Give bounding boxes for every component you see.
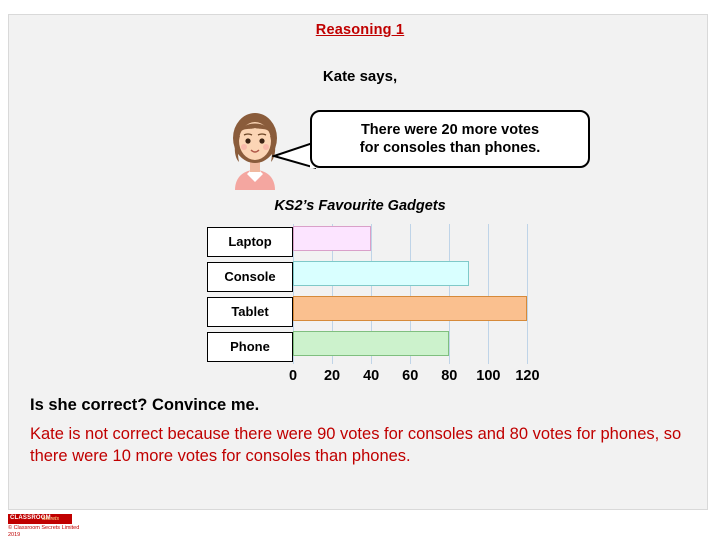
slide: Reasoning 1 Kate says, There were 20 mor… (0, 0, 720, 540)
page-title: Reasoning 1 (315, 22, 405, 38)
chart-bar (293, 331, 450, 356)
chart-bar (293, 261, 469, 286)
speech-bubble-text: There were 20 more votes for consoles th… (354, 121, 546, 157)
speech-line-2: for consoles than phones. (359, 140, 541, 156)
chart-bar (293, 296, 528, 321)
gridline (449, 224, 451, 364)
logo-subtext: Secrets (42, 516, 59, 522)
x-tick-label: 120 (515, 368, 540, 384)
gridline (527, 224, 529, 364)
speech-bubble: There were 20 more votes for consoles th… (310, 110, 590, 168)
x-tick-label: 20 (323, 368, 341, 384)
x-tick-label: 80 (441, 368, 458, 384)
chart-category-label: Tablet (207, 296, 293, 327)
x-tick-label: 60 (402, 368, 419, 384)
copyright-line-1: © Classroom Secrets Limited (8, 525, 80, 531)
question-text: Is she correct? Convince me. (30, 396, 260, 414)
footer: CLASSROOM Secrets © Classroom Secrets Li… (8, 514, 208, 539)
chart-x-axis: 0 20 40 60 80 100 120 (207, 368, 547, 388)
chart-category-label: Laptop (207, 226, 293, 257)
chart-category-label: Phone (207, 331, 293, 362)
bar-chart: Laptop Console Tablet Phone (207, 224, 547, 366)
x-tick-label: 0 (288, 368, 298, 384)
kate-says-label: Kate says, (322, 68, 398, 85)
chart-bar (293, 226, 372, 251)
gridline (488, 224, 490, 364)
classroom-secrets-logo: CLASSROOM Secrets (8, 514, 72, 524)
answer-text: Kate is not correct because there were 9… (30, 425, 682, 465)
chart-category-label: Console (207, 261, 293, 292)
x-tick-label: 40 (363, 368, 380, 384)
copyright-notice: © Classroom Secrets Limited 2019 (8, 525, 208, 539)
speech-line-1: There were 20 more votes (360, 121, 540, 138)
x-tick-label: 100 (476, 368, 501, 384)
copyright-line-2: 2019 (8, 532, 21, 539)
chart-title: KS2’s Favourite Gadgets (274, 198, 446, 214)
